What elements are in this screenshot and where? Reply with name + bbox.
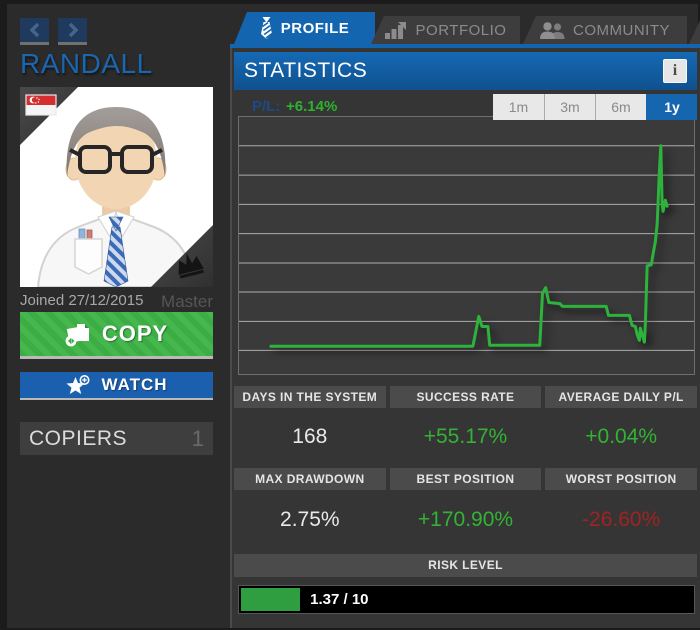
copy-pages-icon — [65, 321, 92, 347]
statistics-title: STATISTICS — [244, 59, 367, 83]
stat-header-worst-position: WORST POSITION — [545, 468, 697, 490]
stat-value-max-drawdown: 2.75% — [234, 490, 386, 550]
copiers-count: 1 — [192, 426, 204, 452]
range-button-6m[interactable]: 6m — [595, 94, 646, 120]
pl-value: +6.14% — [286, 98, 337, 115]
trader-profile-widget: RANDALL — [0, 0, 700, 630]
tie-icon — [260, 17, 273, 39]
time-range-selector: 1m 3m 6m 1y — [493, 94, 697, 120]
copiers-row: COPIERS 1 — [20, 422, 213, 455]
master-badge-label: Master — [161, 292, 213, 312]
people-icon — [540, 22, 565, 39]
pl-chart-svg — [239, 117, 694, 374]
watch-star-icon — [65, 375, 91, 396]
stat-header-max-drawdown: MAX DRAWDOWN — [234, 468, 386, 490]
stat-headers-row2: MAX DRAWDOWN BEST POSITION WORST POSITIO… — [234, 468, 697, 490]
avatar-illustration — [20, 87, 213, 287]
tab-portfolio[interactable]: PORTFOLIO — [371, 16, 520, 44]
stat-value-best-position: +170.90% — [390, 490, 542, 550]
watch-button[interactable]: WATCH — [20, 372, 213, 400]
risk-level-value: 1.37 / 10 — [310, 591, 368, 608]
stat-values-row2: 2.75% +170.90% -26.60% — [234, 490, 697, 550]
risk-level-bar: 1.37 / 10 — [238, 585, 695, 614]
pl-summary-row: P/L: +6.14% 1m 3m 6m 1y — [234, 94, 697, 120]
chevron-right-icon — [66, 22, 80, 38]
watch-button-label: WATCH — [101, 375, 167, 395]
tab-stub-partial — [689, 16, 700, 44]
tab-portfolio-label: PORTFOLIO — [416, 22, 507, 39]
stat-headers-row1: DAYS IN THE SYSTEM SUCCESS RATE AVERAGE … — [234, 386, 697, 408]
tab-profile-label: PROFILE — [281, 20, 350, 37]
info-icon[interactable]: i — [663, 59, 687, 83]
avatar-pocket — [75, 239, 102, 274]
chevron-left-icon — [28, 22, 42, 38]
next-trader-button[interactable] — [58, 18, 87, 45]
pl-line-chart[interactable] — [238, 116, 695, 375]
risk-bar-fill — [241, 588, 300, 611]
tabs-underline — [230, 44, 700, 48]
stat-header-days: DAYS IN THE SYSTEM — [234, 386, 386, 408]
range-button-1y[interactable]: 1y — [646, 94, 697, 120]
stat-header-best-position: BEST POSITION — [390, 468, 542, 490]
risk-level-header: RISK LEVEL — [234, 554, 697, 577]
tab-community[interactable]: COMMUNITY — [523, 16, 687, 44]
stat-value-worst-position: -26.60% — [545, 490, 697, 550]
widget-frame: RANDALL — [7, 4, 698, 628]
tab-profile[interactable]: PROFILE — [234, 12, 375, 44]
range-button-1m[interactable]: 1m — [493, 94, 544, 120]
copy-button[interactable]: COPY — [20, 312, 213, 359]
stat-header-avg-daily-pl: AVERAGE DAILY P/L — [545, 386, 697, 408]
range-button-3m[interactable]: 3m — [544, 94, 595, 120]
joined-row: Joined 27/12/2015 Master — [20, 292, 213, 310]
copiers-label: COPIERS — [29, 427, 127, 451]
singapore-flag-icon — [26, 95, 56, 115]
trader-avatar — [20, 87, 213, 287]
joined-date: Joined 27/12/2015 — [20, 292, 143, 309]
pl-label: P/L: — [252, 98, 280, 115]
statistics-header: STATISTICS i — [234, 52, 697, 90]
stat-header-success-rate: SUCCESS RATE — [390, 386, 542, 408]
trader-username: RANDALL — [20, 48, 153, 80]
stat-value-avg-daily-pl: +0.04% — [545, 408, 697, 466]
copy-button-label: COPY — [102, 321, 168, 347]
stat-value-success-rate: +55.17% — [390, 408, 542, 466]
tab-community-label: COMMUNITY — [573, 22, 670, 39]
bar-chart-icon — [385, 22, 408, 39]
previous-trader-button[interactable] — [20, 18, 49, 45]
stat-value-days: 168 — [234, 408, 386, 466]
stat-values-row1: 168 +55.17% +0.04% — [234, 408, 697, 466]
